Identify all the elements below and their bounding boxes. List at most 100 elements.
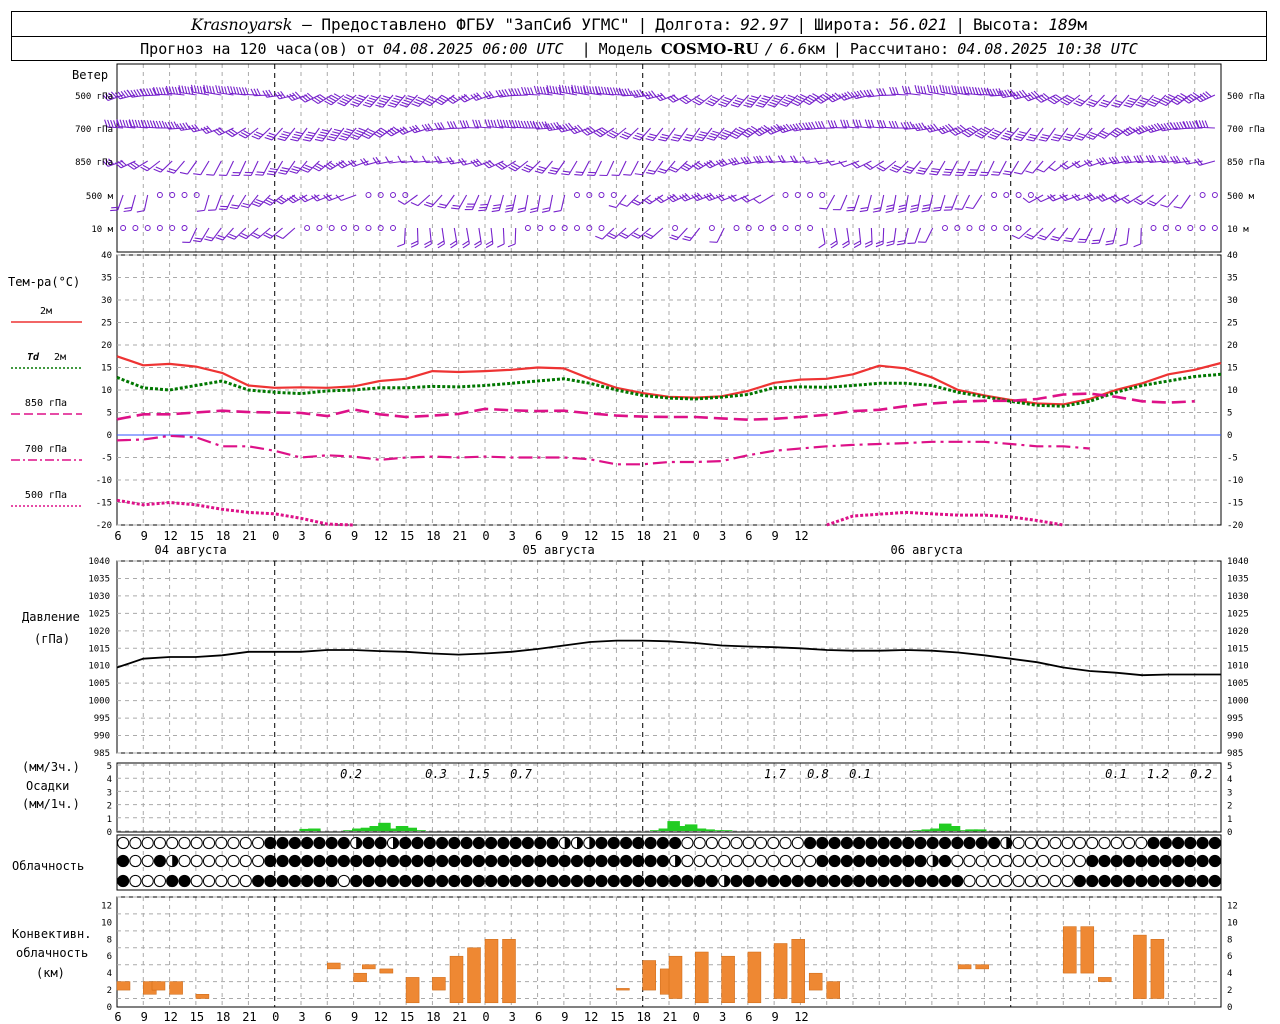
convective-bar (362, 964, 376, 970)
barb-shaft (297, 127, 308, 142)
barb-flag (511, 88, 516, 96)
cloud-circle (816, 854, 829, 868)
cloud-circle (276, 836, 289, 850)
cloud-symbol (656, 836, 670, 850)
wind-title: Ветер (72, 68, 109, 82)
calm-circle (1027, 192, 1034, 198)
cloud-circle (497, 874, 510, 888)
cloud-half (724, 875, 730, 887)
cloud-circle (546, 874, 559, 888)
cloud-symbol (485, 874, 498, 888)
cloud-symbol (853, 874, 866, 888)
calm-circle (745, 225, 752, 231)
calm-circle (402, 192, 409, 198)
cloud-symbol (399, 874, 412, 888)
cloud-circle (252, 836, 265, 850)
precip-y-tick-right: 5 (1227, 762, 1232, 772)
cloud-circle (399, 854, 412, 868)
cloud-symbol (215, 854, 228, 868)
cloud-symbol (239, 854, 252, 868)
y-tick-right: 0 (1227, 431, 1232, 441)
barb-flag (832, 209, 841, 211)
wind-barb (449, 227, 458, 249)
barb-flag (611, 174, 620, 176)
cloud-symbol (902, 836, 915, 850)
cloud-symbol (1024, 836, 1038, 850)
barb-flag (206, 174, 214, 176)
convective-bar (449, 955, 464, 1003)
cloud-symbol (742, 854, 755, 868)
cloud-circle (190, 836, 203, 850)
barb-flag (517, 120, 522, 128)
cloud-circle (1037, 836, 1050, 850)
calm-circle (1211, 225, 1218, 231)
barb-shaft (936, 160, 946, 176)
cloud-symbol (521, 854, 535, 868)
barb-flag (487, 119, 491, 128)
cloud-circle (656, 874, 670, 888)
cloud-circle (239, 874, 252, 888)
cloud-symbol (767, 874, 780, 888)
wind-barb (482, 159, 504, 169)
wind-barb (598, 192, 605, 198)
wind-barb (1015, 225, 1022, 231)
barb-flag (230, 86, 234, 94)
cloud-symbol (1208, 854, 1222, 868)
precip-bar (308, 828, 321, 831)
wind-barb (807, 225, 814, 231)
cloud-circle (485, 854, 498, 868)
barb-shaft (187, 160, 198, 175)
barb-flag (196, 85, 200, 94)
cloud-circle (754, 836, 768, 850)
barb-shaft (242, 93, 259, 96)
barb-shaft (909, 160, 921, 174)
wind-barb (1003, 192, 1010, 198)
wind-barb (204, 227, 222, 242)
barb-flag (542, 86, 547, 95)
cloud-symbol (669, 874, 682, 888)
barb-flag (123, 209, 132, 213)
cloud-symbol (546, 874, 559, 888)
barb-flag (149, 120, 154, 128)
cloud-circle (411, 836, 424, 850)
barb-shaft (1180, 194, 1191, 209)
cloud-symbol (705, 854, 719, 868)
temp-legend-item: 700 гПа (11, 444, 82, 461)
barb-flag (122, 119, 126, 128)
cloud-symbol (730, 854, 743, 868)
wind-barb (410, 227, 419, 248)
cloud-symbol (288, 836, 301, 850)
barb-flag (957, 86, 961, 94)
barb-flag (517, 210, 526, 213)
cloud-symbol (497, 836, 510, 850)
cloud-circle (853, 836, 866, 850)
cloud-symbol (509, 854, 522, 868)
cloud-symbol (276, 854, 289, 868)
cloud-circle (313, 836, 326, 850)
barb-shaft (716, 227, 725, 243)
cloud-symbol (669, 854, 682, 868)
cloud-symbol (570, 836, 584, 850)
cloud-circle (497, 836, 510, 850)
wind-barb (745, 225, 752, 231)
barb-shaft (226, 160, 234, 176)
cloud-symbol (718, 874, 731, 888)
barb-shaft (974, 160, 983, 176)
cloud-symbol (141, 854, 154, 868)
barb-flag (478, 119, 482, 128)
cloud-circle (1196, 854, 1209, 868)
calm-circle (390, 225, 396, 231)
cloud-circle (166, 874, 179, 888)
y-tick-left: 1030 (88, 592, 110, 602)
wind-barb (949, 124, 970, 136)
wind-barb (340, 225, 347, 231)
cloud-circle (460, 836, 473, 850)
cloud-circle (374, 854, 387, 868)
y-tick-right: 10 (1227, 386, 1238, 396)
cloud-circle (938, 874, 952, 888)
cloud-circle (877, 836, 890, 850)
cloud-circle (681, 874, 694, 888)
barb-shaft (986, 160, 995, 176)
cloud-symbol (448, 854, 461, 868)
x-tick-label: 15 (610, 529, 624, 543)
